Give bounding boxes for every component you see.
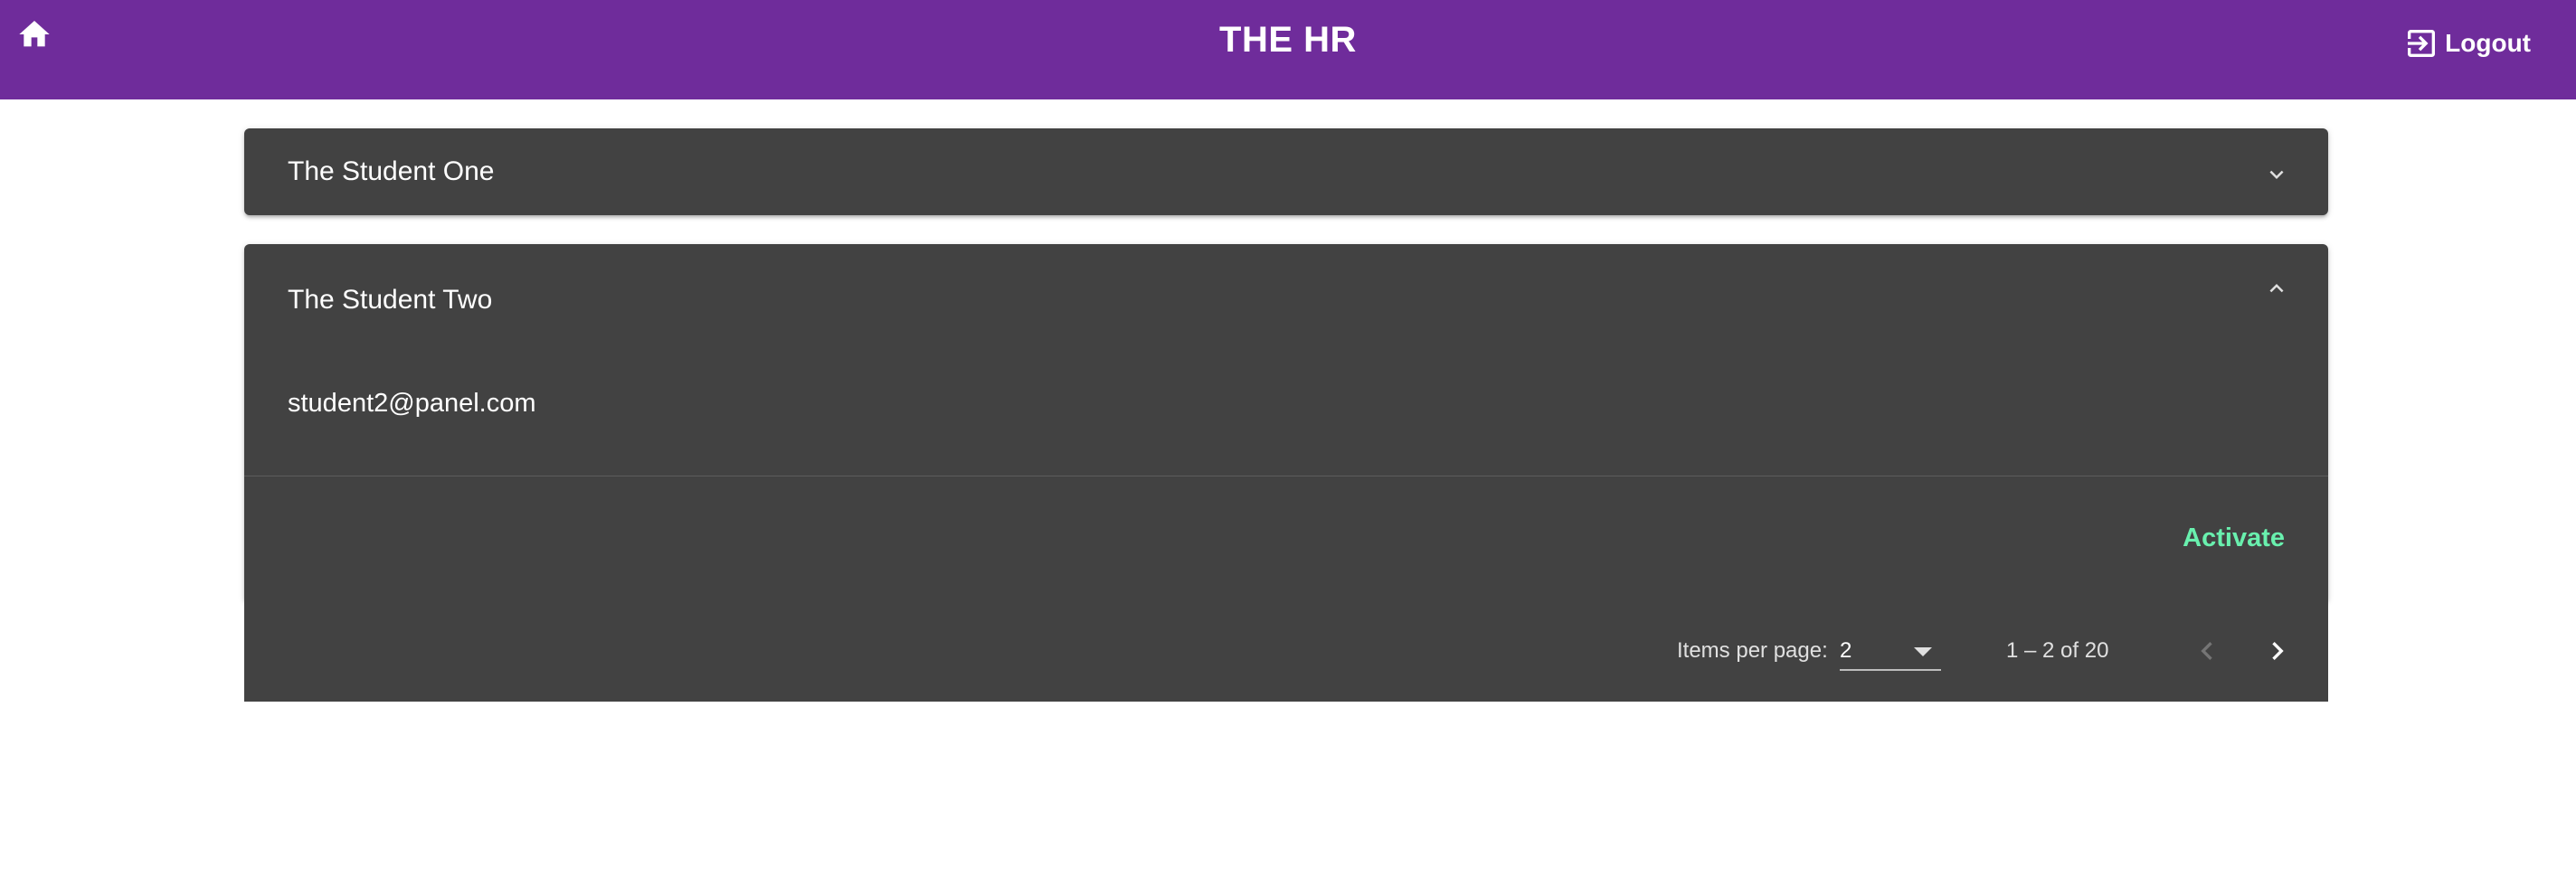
activate-button[interactable]: Activate — [2183, 523, 2285, 553]
student-panel-header[interactable]: The Student One — [244, 128, 2328, 215]
dropdown-arrow-icon — [1914, 647, 1932, 656]
panel-action-row: Activate — [244, 476, 2328, 601]
previous-page-button[interactable] — [2185, 629, 2229, 673]
chevron-right-icon — [2272, 642, 2284, 660]
app-title: THE HR — [1219, 20, 1357, 60]
paginator: Items per page: 2 1 – 2 of 20 — [244, 600, 2328, 702]
student-name: The Student Two — [288, 285, 493, 315]
logout-label: Logout — [2445, 29, 2531, 57]
student-name: The Student One — [288, 156, 495, 186]
logout-icon — [2408, 30, 2436, 57]
items-per-page-select[interactable]: 2 — [1840, 633, 1941, 671]
next-page-button[interactable] — [2256, 629, 2299, 673]
student-panel: The Student Two student2@panel.com Activ… — [244, 244, 2328, 600]
logout-button[interactable]: Logout — [2403, 25, 2531, 61]
chevron-left-icon — [2201, 642, 2212, 660]
chevron-down-icon — [2269, 170, 2284, 179]
items-per-page-label: Items per page: — [1677, 638, 1828, 663]
top-toolbar: THE HR Logout — [0, 0, 2576, 99]
range-label: 1 – 2 of 20 — [2006, 638, 2109, 663]
chevron-up-icon — [2269, 284, 2284, 293]
student-panel-header[interactable]: The Student Two — [244, 244, 2328, 356]
student-email: student2@panel.com — [288, 389, 536, 418]
student-panel: The Student One — [244, 128, 2328, 215]
items-per-page-value: 2 — [1840, 638, 1852, 663]
